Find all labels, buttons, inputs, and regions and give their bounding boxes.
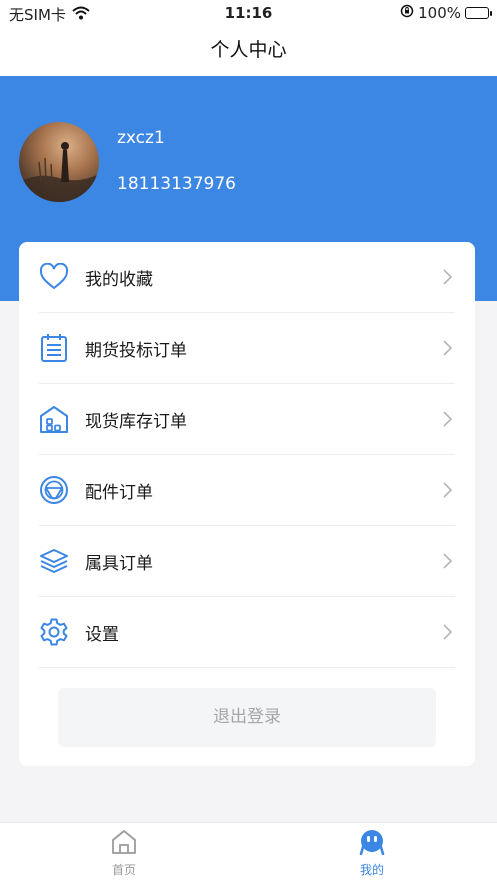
- chevron-right-icon: [443, 411, 453, 427]
- menu-item-attachment-orders[interactable]: 属具订单: [39, 526, 455, 597]
- tab-mine[interactable]: 我的: [332, 829, 412, 878]
- tab-home[interactable]: 首页: [84, 829, 164, 878]
- phone-number: 18113137976: [117, 174, 236, 194]
- tab-bar: 首页 我的: [0, 822, 497, 883]
- menu-item-label: 期货投标订单: [85, 340, 187, 361]
- chevron-right-icon: [443, 340, 453, 356]
- menu-item-futures-bid-orders[interactable]: 期货投标订单: [39, 313, 455, 384]
- tab-home-label: 首页: [111, 863, 136, 877]
- menu-item-favorites[interactable]: 我的收藏: [39, 242, 455, 313]
- clipboard-list-icon: [39, 333, 69, 363]
- menu-item-spot-inventory-orders[interactable]: 现货库存订单: [39, 384, 455, 455]
- heart-icon: [39, 262, 69, 292]
- menu-card: 我的收藏 期货投标订单 现货库存订单 配件订单 属具订单 设置 退出登录: [19, 242, 475, 766]
- menu-item-label: 我的收藏: [85, 269, 153, 290]
- warehouse-icon: [39, 404, 69, 434]
- menu-item-settings[interactable]: 设置: [39, 597, 455, 668]
- layers-icon: [39, 546, 69, 576]
- home-icon: [84, 829, 164, 859]
- profile-face-icon: [332, 829, 412, 859]
- username: zxcz1: [117, 128, 165, 148]
- battery-icon: [465, 7, 492, 19]
- menu-item-label: 设置: [85, 624, 119, 645]
- page-title: 个人中心: [210, 39, 287, 61]
- menu-item-label: 配件订单: [85, 482, 153, 503]
- orientation-lock-icon: [400, 4, 414, 22]
- chevron-right-icon: [443, 269, 453, 285]
- chevron-right-icon: [443, 482, 453, 498]
- gear-icon: [39, 617, 69, 647]
- menu-item-parts-orders[interactable]: 配件订单: [39, 455, 455, 526]
- status-right: 100%: [400, 4, 492, 22]
- chevron-right-icon: [443, 553, 453, 569]
- logout-button[interactable]: 退出登录: [58, 688, 436, 747]
- avatar[interactable]: [19, 122, 99, 202]
- nav-bar: 个人中心: [0, 26, 497, 76]
- menu-item-label: 现货库存订单: [85, 411, 187, 432]
- tab-mine-label: 我的: [359, 863, 384, 877]
- battery-percent: 100%: [418, 4, 461, 22]
- status-bar: 无SIM卡 11:16 100%: [0, 0, 497, 26]
- steering-wheel-icon: [39, 475, 69, 505]
- menu-item-label: 属具订单: [85, 553, 153, 574]
- chevron-right-icon: [443, 624, 453, 640]
